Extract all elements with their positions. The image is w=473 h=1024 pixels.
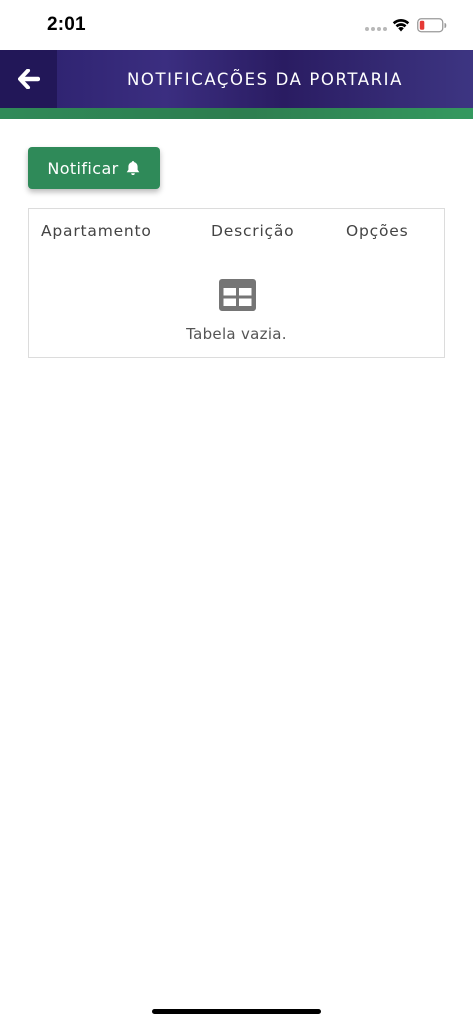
cellular-signal-icon — [365, 27, 387, 31]
home-indicator[interactable] — [152, 1009, 321, 1014]
page-title: NOTIFICAÇÕES DA PORTARIA — [126, 69, 404, 89]
app-header: NOTIFICAÇÕES DA PORTARIA — [0, 50, 473, 108]
notify-button[interactable]: Notificar — [28, 147, 160, 189]
arrow-left-icon — [17, 69, 40, 89]
notify-button-label: Notificar — [47, 158, 119, 178]
battery-icon — [417, 18, 447, 33]
status-bar: 2:01 — [0, 0, 473, 50]
notifications-table: Apartamento Descrição Opções Tabela vazi… — [28, 208, 445, 358]
header-accent-bar — [0, 108, 473, 119]
column-header-opcoes: Opções — [346, 222, 409, 240]
status-time: 2:01 — [47, 14, 86, 35]
empty-table-message: Tabela vazia. — [186, 325, 287, 343]
table-icon — [219, 279, 256, 311]
back-button[interactable] — [0, 50, 57, 108]
column-header-apartamento: Apartamento — [41, 222, 152, 240]
column-header-descricao: Descrição — [211, 222, 295, 240]
bell-icon — [126, 161, 139, 175]
wifi-icon — [392, 19, 410, 32]
